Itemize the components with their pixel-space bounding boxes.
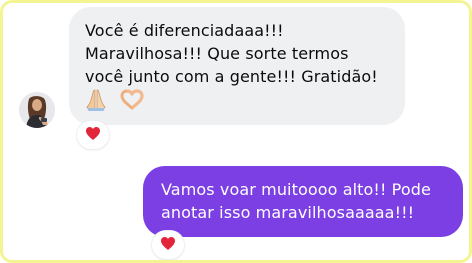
red-heart-icon [160, 236, 176, 255]
praying-hands-icon [85, 88, 107, 112]
incoming-message-reaction[interactable] [77, 121, 109, 149]
message-line: Maravilhosa!!! Que sorte termos [85, 44, 349, 63]
message-line: você junto com a gente!!! Gratidão! [85, 67, 378, 86]
outgoing-message-reaction[interactable] [152, 231, 184, 259]
red-heart-icon [85, 126, 101, 145]
sender-avatar[interactable] [19, 92, 55, 128]
outgoing-message-bubble[interactable]: Vamos voar muitoooo alto!! Pode anotar i… [143, 166, 463, 237]
incoming-message-bubble[interactable]: Você é diferenciadaaa!!! Maravilhosa!!! … [69, 7, 405, 125]
message-line: Você é diferenciadaaa!!! [85, 21, 284, 40]
message-emoji-row [85, 88, 389, 112]
heart-hands-icon [119, 89, 145, 111]
message-line: anotar isso maravilhosaaaaa!!! [161, 203, 415, 222]
message-line: Vamos voar muitoooo alto!! Pode [161, 180, 431, 199]
chat-thread: Você é diferenciadaaa!!! Maravilhosa!!! … [0, 0, 472, 263]
avatar-photo-icon [19, 92, 55, 128]
